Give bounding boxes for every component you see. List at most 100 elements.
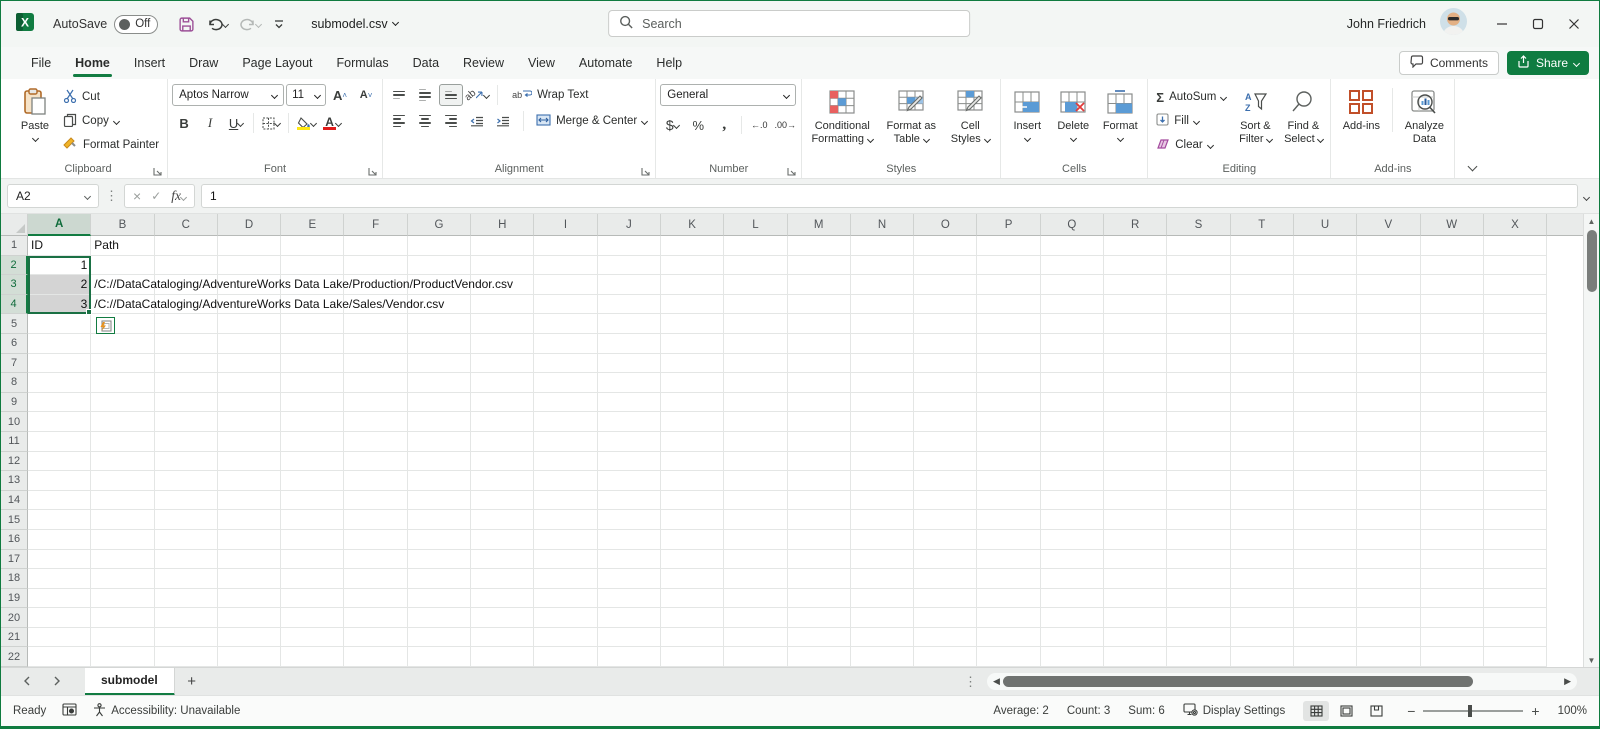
cell-J16[interactable] (598, 530, 661, 550)
cell-J17[interactable] (598, 550, 661, 570)
cell-Q15[interactable] (1041, 510, 1104, 530)
cell-B16[interactable] (91, 530, 154, 550)
cell-X18[interactable] (1484, 569, 1547, 589)
cell-R3[interactable] (1104, 275, 1167, 295)
cell-G18[interactable] (408, 569, 471, 589)
scroll-down-icon[interactable]: ▼ (1584, 653, 1599, 667)
cell-F22[interactable] (344, 647, 407, 667)
share-button[interactable]: Share (1507, 51, 1589, 75)
column-header-F[interactable]: F (344, 214, 407, 236)
prev-sheet-icon[interactable] (23, 675, 31, 689)
cell-G2[interactable] (408, 256, 471, 276)
cell-E2[interactable] (281, 256, 344, 276)
cell-Q22[interactable] (1041, 647, 1104, 667)
cell-Q7[interactable] (1041, 354, 1104, 374)
cell-A21[interactable] (28, 628, 91, 648)
font-color-button[interactable]: A (320, 112, 344, 134)
cell-P9[interactable] (977, 393, 1040, 413)
view-normal-button[interactable] (1303, 701, 1329, 721)
cell-C12[interactable] (155, 452, 218, 472)
cell-T10[interactable] (1231, 412, 1294, 432)
cell-D7[interactable] (218, 354, 281, 374)
undo-button[interactable] (207, 17, 228, 32)
cell-K2[interactable] (661, 256, 724, 276)
number-dialog-launcher[interactable] (787, 163, 796, 181)
align-bottom-button[interactable] (439, 84, 463, 106)
customize-qat-icon[interactable] (273, 18, 285, 30)
save-icon[interactable] (178, 16, 195, 33)
cell-N7[interactable] (851, 354, 914, 374)
cell-O21[interactable] (914, 628, 977, 648)
cell-I22[interactable] (534, 647, 597, 667)
column-header-R[interactable]: R (1104, 214, 1167, 236)
cell-S14[interactable] (1167, 491, 1230, 511)
cell-V5[interactable] (1357, 314, 1420, 334)
cell-U17[interactable] (1294, 550, 1357, 570)
vertical-scrollbar[interactable]: ▲ ▼ (1583, 214, 1599, 667)
cell-K4[interactable] (661, 295, 724, 315)
shrink-font-button[interactable]: A˅ (354, 84, 378, 106)
cell-P19[interactable] (977, 589, 1040, 609)
cell-J10[interactable] (598, 412, 661, 432)
sort-filter-button[interactable]: AZ Sort & Filter (1232, 84, 1278, 149)
cell-N17[interactable] (851, 550, 914, 570)
cell-W20[interactable] (1421, 608, 1484, 628)
cell-N9[interactable] (851, 393, 914, 413)
new-sheet-button[interactable]: + (175, 673, 209, 690)
cut-button[interactable]: Cut (59, 86, 163, 108)
cell-X11[interactable] (1484, 432, 1547, 452)
cell-B2[interactable] (91, 256, 154, 276)
name-box[interactable]: A2 (7, 184, 99, 208)
cell-S1[interactable] (1167, 236, 1230, 256)
cell-E1[interactable] (281, 236, 344, 256)
cell-E10[interactable] (281, 412, 344, 432)
cell-N6[interactable] (851, 334, 914, 354)
cell-F21[interactable] (344, 628, 407, 648)
cell-I3[interactable] (534, 275, 597, 295)
align-left-button[interactable] (387, 110, 411, 132)
copy-button[interactable]: Copy (59, 110, 163, 132)
cell-S19[interactable] (1167, 589, 1230, 609)
cell-O10[interactable] (914, 412, 977, 432)
cell-Q18[interactable] (1041, 569, 1104, 589)
cell-G12[interactable] (408, 452, 471, 472)
cell-M18[interactable] (788, 569, 851, 589)
cell-H18[interactable] (471, 569, 534, 589)
paste-options-button[interactable] (96, 317, 115, 334)
cell-R9[interactable] (1104, 393, 1167, 413)
ribbon-tab-review[interactable]: Review (451, 49, 516, 77)
cell-F16[interactable] (344, 530, 407, 550)
cell-A6[interactable] (28, 334, 91, 354)
analyze-data-button[interactable]: Analyze Data (1398, 84, 1450, 149)
cell-I18[interactable] (534, 569, 597, 589)
insert-cells-button[interactable]: Insert (1005, 84, 1049, 144)
cell-W4[interactable] (1421, 295, 1484, 315)
row-header-13[interactable]: 13 (1, 471, 28, 491)
cell-N22[interactable] (851, 647, 914, 667)
cell-E14[interactable] (281, 491, 344, 511)
cell-O4[interactable] (914, 295, 977, 315)
cell-L10[interactable] (724, 412, 787, 432)
cell-I9[interactable] (534, 393, 597, 413)
cell-U19[interactable] (1294, 589, 1357, 609)
cell-J20[interactable] (598, 608, 661, 628)
cell-F11[interactable] (344, 432, 407, 452)
cell-J13[interactable] (598, 471, 661, 491)
cell-W5[interactable] (1421, 314, 1484, 334)
autosave-toggle[interactable]: Off (114, 15, 158, 34)
cell-U13[interactable] (1294, 471, 1357, 491)
cell-Q1[interactable] (1041, 236, 1104, 256)
column-header-A[interactable]: A (28, 214, 91, 236)
cell-V20[interactable] (1357, 608, 1420, 628)
column-header-M[interactable]: M (788, 214, 851, 236)
cell-V21[interactable] (1357, 628, 1420, 648)
cell-R10[interactable] (1104, 412, 1167, 432)
cell-K5[interactable] (661, 314, 724, 334)
cell-B3[interactable]: /C://DataCataloging/AdventureWorks Data … (91, 275, 154, 295)
cell-U6[interactable] (1294, 334, 1357, 354)
cell-O19[interactable] (914, 589, 977, 609)
cell-X1[interactable] (1484, 236, 1547, 256)
cell-J5[interactable] (598, 314, 661, 334)
conditional-formatting-button[interactable]: Conditional Formatting (806, 84, 878, 149)
cell-A16[interactable] (28, 530, 91, 550)
